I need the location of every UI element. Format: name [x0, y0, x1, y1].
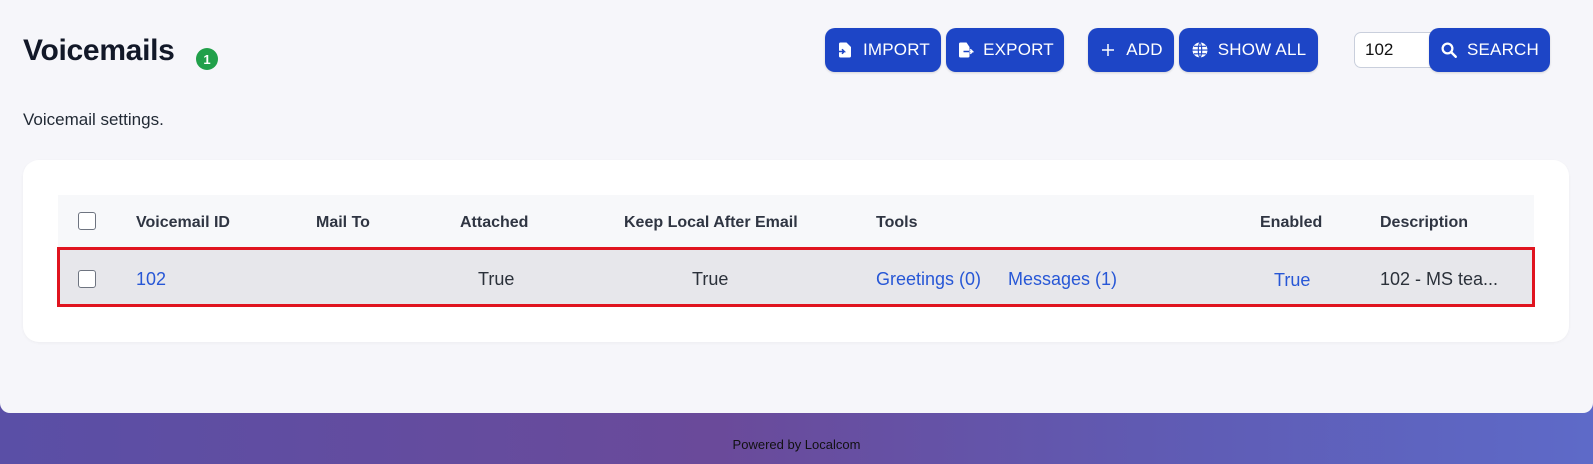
add-label: ADD [1126, 40, 1163, 59]
voicemail-id-link[interactable]: 102 [136, 269, 166, 290]
export-button[interactable]: EXPORT [946, 28, 1064, 72]
search-icon [1441, 42, 1457, 58]
messages-link[interactable]: Messages (1) [1008, 269, 1117, 290]
page-title: Voicemails [23, 34, 175, 67]
table-row[interactable] [57, 247, 1535, 307]
import-label: IMPORT [862, 40, 930, 59]
plus-icon [1102, 44, 1115, 56]
page: Voicemails 1 Voicemail settings. IMPORT … [0, 0, 1593, 464]
search-label: SEARCH [1466, 40, 1540, 59]
enabled-toggle-link[interactable]: True [1274, 270, 1310, 291]
file-export-icon [959, 42, 975, 58]
column-voicemail-id[interactable]: Voicemail ID [136, 214, 230, 232]
row-checkbox[interactable] [78, 270, 96, 288]
column-attached[interactable]: Attached [460, 214, 528, 232]
column-description[interactable]: Description [1380, 214, 1468, 232]
file-import-icon [838, 42, 851, 58]
show-all-button[interactable]: SHOW ALL [1179, 28, 1318, 72]
keep-local-cell: True [692, 269, 729, 289]
add-button[interactable]: ADD [1088, 28, 1174, 72]
description-cell: 102 - MS tea... [1380, 269, 1499, 289]
import-button[interactable]: IMPORT [825, 28, 941, 72]
show-all-label: SHOW ALL [1217, 40, 1307, 59]
column-mail-to[interactable]: Mail To [316, 214, 370, 232]
greetings-link[interactable]: Greetings (0) [876, 269, 981, 290]
column-tools: Tools [876, 214, 918, 231]
column-enabled[interactable]: Enabled [1260, 214, 1322, 232]
page-subtitle: Voicemail settings. [23, 110, 164, 129]
column-keep-local[interactable]: Keep Local After Email [624, 214, 798, 232]
globe-icon [1192, 42, 1208, 58]
export-label: EXPORT [983, 40, 1054, 59]
attached-cell: True [478, 269, 515, 289]
select-all-checkbox[interactable] [78, 212, 96, 230]
search-button[interactable]: SEARCH [1429, 28, 1550, 72]
footer-text: Powered by Localcom [732, 437, 861, 452]
count-badge: 1 [196, 48, 218, 70]
search-input[interactable] [1354, 32, 1440, 68]
